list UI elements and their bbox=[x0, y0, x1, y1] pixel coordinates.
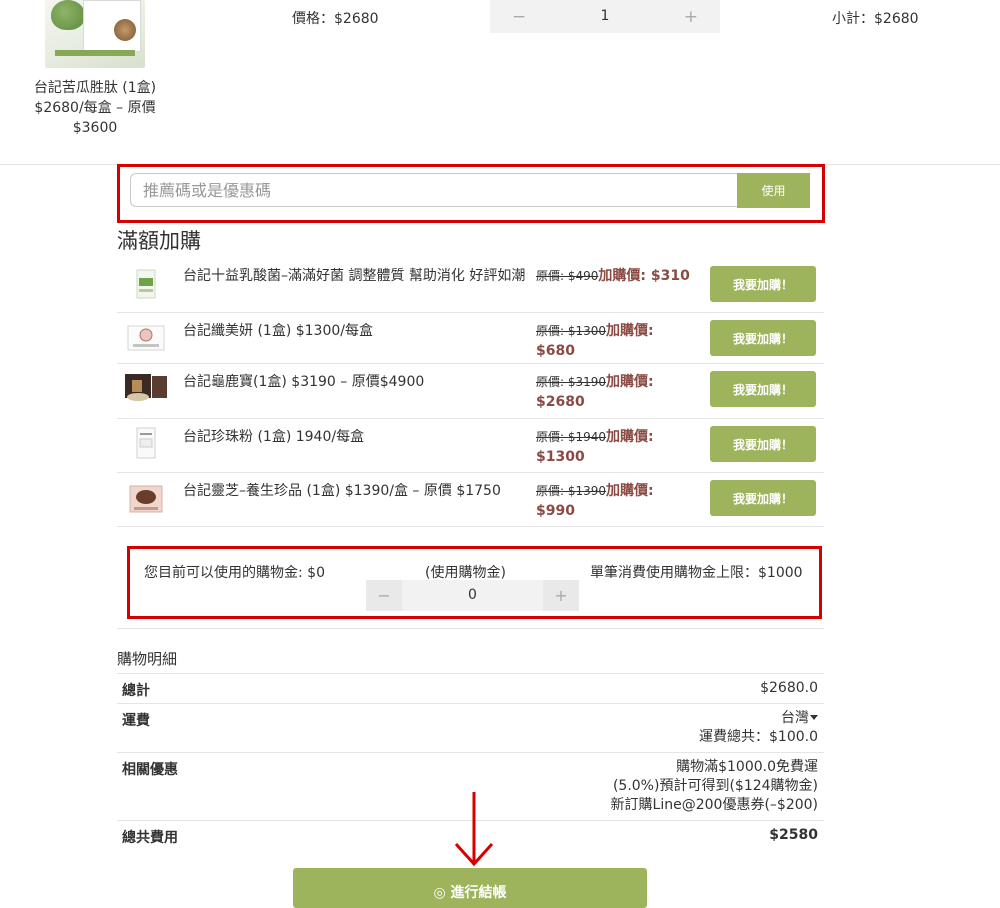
shipping-total: 運費總共：$100.0 bbox=[699, 729, 818, 745]
addon-item: 台記龜鹿寶(1盒) $3190 – 原價$4900 原價: $3190加購價: … bbox=[117, 364, 824, 419]
addon-item-name[interactable]: 台記十益乳酸菌–滿滿好菌 調整體質 幫助消化 好評如潮 bbox=[183, 266, 533, 286]
product-box-graphic bbox=[83, 0, 141, 52]
discount-line: 購物滿$1000.0免費運 bbox=[676, 759, 818, 775]
divider bbox=[117, 703, 824, 704]
addon-original-price: 原價: $490 bbox=[536, 269, 599, 283]
addon-item: 台記十益乳酸菌–滿滿好菌 調整體質 幫助消化 好評如潮 原價: $490加購價:… bbox=[117, 256, 824, 313]
coupon-input[interactable] bbox=[130, 173, 739, 207]
discount-line: 新訂購Line@200優惠券(–$200) bbox=[610, 797, 818, 813]
total-value: $2680.0 bbox=[760, 680, 818, 696]
addon-item-price: 原價: $3190加購價: $2680 bbox=[536, 372, 696, 412]
points-stepper: − 0 + bbox=[366, 580, 579, 611]
addon-buy-button[interactable]: 我要加購！ bbox=[710, 371, 816, 407]
cart-item-subtotal: 小計：$2680 bbox=[832, 11, 919, 27]
lingzhi-product-icon bbox=[129, 485, 163, 513]
product-base-graphic bbox=[55, 50, 135, 56]
points-decrease-button[interactable]: − bbox=[366, 580, 402, 611]
probiotic-product-icon bbox=[136, 269, 156, 299]
addon-buy-button[interactable]: 我要加購！ bbox=[710, 320, 816, 356]
addon-item-price: 原價: $490加購價: $310 bbox=[536, 266, 696, 286]
coupon-apply-button[interactable]: 使用 bbox=[737, 173, 810, 208]
addon-buy-button[interactable]: 我要加購！ bbox=[710, 426, 816, 462]
divider bbox=[117, 673, 824, 674]
addon-item-name[interactable]: 台記龜鹿寶(1盒) $3190 – 原價$4900 bbox=[183, 372, 533, 392]
quantity-stepper: − 1 + bbox=[490, 0, 720, 33]
addon-item-name[interactable]: 台記珍珠粉 (1盒) 1940/每盒 bbox=[183, 427, 533, 447]
addon-sale-price: 加購價: $310 bbox=[598, 268, 690, 284]
shipping-region-value: 台灣 bbox=[781, 710, 809, 726]
slimming-product-icon bbox=[127, 325, 165, 351]
product-image[interactable] bbox=[45, 0, 145, 68]
discount-line: (5.0%)預計可得到($124購物金) bbox=[612, 778, 818, 794]
total-label: 總計 bbox=[122, 683, 150, 699]
divider bbox=[117, 628, 824, 629]
points-increase-button[interactable]: + bbox=[543, 580, 579, 611]
caret-down-icon bbox=[810, 715, 818, 720]
grand-total-label: 總共費用 bbox=[122, 830, 178, 846]
cart-item-name[interactable]: 台記苦瓜胜肽 (1盒) $2680/每盒 – 原價 $3600 bbox=[20, 78, 170, 138]
shipping-label: 運費 bbox=[122, 713, 150, 729]
cart-item-price: 價格：$2680 bbox=[292, 11, 379, 27]
quantity-increase-button[interactable]: + bbox=[684, 7, 698, 27]
deer-tortoise-product-icon bbox=[125, 374, 167, 401]
arrow-down-icon bbox=[454, 792, 494, 867]
summary-title: 購物明細 bbox=[117, 650, 178, 668]
grand-total-value: $2580 bbox=[769, 827, 818, 843]
addon-item-name[interactable]: 台記靈芝–養生珍品 (1盒) $1390/盒 – 原價 $1750 bbox=[183, 481, 533, 501]
addon-item-name[interactable]: 台記纖美妍 (1盒) $1300/每盒 bbox=[183, 321, 533, 341]
addon-original-price: 原價: $3190 bbox=[536, 375, 607, 389]
pearl-powder-product-icon bbox=[136, 427, 156, 459]
addon-item-price: 原價: $1300加購價: $680 bbox=[536, 321, 696, 361]
addon-item-price: 原價: $1940加購價: $1300 bbox=[536, 427, 696, 467]
points-use-label: (使用購物金) bbox=[425, 565, 506, 581]
addon-original-price: 原價: $1300 bbox=[536, 324, 607, 338]
addon-buy-button[interactable]: 我要加購！ bbox=[710, 266, 816, 302]
points-limit: 單筆消費使用購物金上限：$1000 bbox=[590, 565, 803, 581]
addon-original-price: 原價: $1940 bbox=[536, 430, 607, 444]
discount-label: 相關優惠 bbox=[122, 762, 178, 778]
addon-item: 台記靈芝–養生珍品 (1盒) $1390/盒 – 原價 $1750 原價: $1… bbox=[117, 473, 824, 527]
addon-buy-button[interactable]: 我要加購！ bbox=[710, 480, 816, 516]
bitter-melon-graphic bbox=[51, 0, 85, 30]
addon-item: 台記纖美妍 (1盒) $1300/每盒 原價: $1300加購價: $680 我… bbox=[117, 313, 824, 364]
shipping-region-select[interactable]: 台灣 bbox=[781, 709, 818, 729]
addon-item: 台記珍珠粉 (1盒) 1940/每盒 原價: $1940加購價: $1300 我… bbox=[117, 419, 824, 473]
points-available: 您目前可以使用的購物金: $0 bbox=[144, 565, 325, 581]
divider bbox=[117, 752, 824, 753]
addon-original-price: 原價: $1390 bbox=[536, 484, 607, 498]
checkout-button[interactable]: ◎ 進行結帳 bbox=[293, 868, 647, 908]
addon-section-title: 滿額加購 bbox=[117, 229, 201, 253]
points-value[interactable]: 0 bbox=[402, 587, 543, 603]
addon-item-price: 原價: $1390加購價: $990 bbox=[536, 481, 696, 521]
